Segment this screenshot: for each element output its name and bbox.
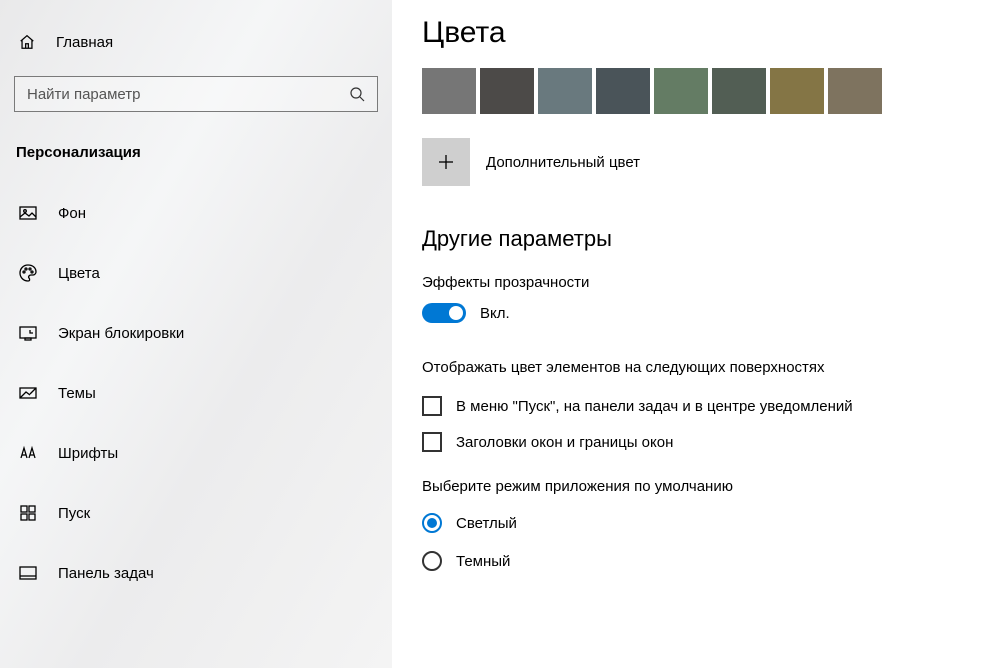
transparency-label: Эффекты прозрачности xyxy=(422,274,972,291)
custom-color-row: Дополнительный цвет xyxy=(422,138,972,186)
transparency-toggle-row: Вкл. xyxy=(422,303,972,323)
radio-dark[interactable]: Темный xyxy=(422,551,972,571)
sidebar-item-background[interactable]: Фон xyxy=(14,189,380,237)
app-mode-label: Выберите режим приложения по умолчанию xyxy=(422,478,972,495)
color-swatch[interactable] xyxy=(596,68,650,114)
sidebar-item-label: Цвета xyxy=(58,265,100,282)
checkbox-start-taskbar[interactable]: В меню "Пуск", на панели задач и в центр… xyxy=(422,396,972,416)
sidebar-item-label: Шрифты xyxy=(58,445,118,462)
color-swatch[interactable] xyxy=(538,68,592,114)
sidebar-item-taskbar[interactable]: Панель задач xyxy=(14,549,380,597)
section-other-params: Другие параметры xyxy=(422,226,972,252)
color-swatch[interactable] xyxy=(422,68,476,114)
color-swatch[interactable] xyxy=(828,68,882,114)
checkbox-icon xyxy=(422,432,442,452)
sidebar-category: Персонализация xyxy=(14,144,380,161)
color-swatch[interactable] xyxy=(770,68,824,114)
accent-surfaces-label: Отображать цвет элементов на следующих п… xyxy=(422,359,972,376)
lockscreen-icon xyxy=(18,323,38,343)
sidebar-item-label: Панель задач xyxy=(58,565,154,582)
sidebar-item-start[interactable]: Пуск xyxy=(14,489,380,537)
search-icon xyxy=(349,86,365,102)
radio-label: Темный xyxy=(456,553,510,570)
transparency-toggle[interactable] xyxy=(422,303,466,323)
themes-icon xyxy=(18,383,38,403)
start-icon xyxy=(18,503,38,523)
color-swatch-row xyxy=(422,68,972,114)
sidebar-item-themes[interactable]: Темы xyxy=(14,369,380,417)
radio-light[interactable]: Светлый xyxy=(422,513,972,533)
radio-label: Светлый xyxy=(456,515,517,532)
sidebar: Главная Персонализация Фон Ц xyxy=(0,0,392,668)
checkbox-label: Заголовки окон и границы окон xyxy=(456,434,673,451)
sidebar-item-lockscreen[interactable]: Экран блокировки xyxy=(14,309,380,357)
color-swatch[interactable] xyxy=(480,68,534,114)
sidebar-item-label: Экран блокировки xyxy=(58,325,184,342)
checkbox-label: В меню "Пуск", на панели задач и в центр… xyxy=(456,398,853,415)
fonts-icon xyxy=(18,443,38,463)
sidebar-home[interactable]: Главная xyxy=(14,20,380,64)
palette-icon xyxy=(18,263,38,283)
custom-color-button[interactable] xyxy=(422,138,470,186)
search-input-container[interactable] xyxy=(14,76,378,112)
sidebar-item-fonts[interactable]: Шрифты xyxy=(14,429,380,477)
page-title: Цвета xyxy=(422,16,972,50)
toggle-knob xyxy=(449,306,463,320)
main-content: Цвета Дополнительный цвет Другие парамет… xyxy=(392,0,1002,668)
checkbox-titlebars[interactable]: Заголовки окон и границы окон xyxy=(422,432,972,452)
sidebar-item-label: Пуск xyxy=(58,505,90,522)
custom-color-label: Дополнительный цвет xyxy=(486,154,640,171)
sidebar-item-label: Фон xyxy=(58,205,86,222)
color-swatch[interactable] xyxy=(654,68,708,114)
picture-icon xyxy=(18,203,38,223)
search-input[interactable] xyxy=(27,86,349,103)
radio-icon xyxy=(422,513,442,533)
radio-icon xyxy=(422,551,442,571)
sidebar-item-label: Темы xyxy=(58,385,96,402)
home-icon xyxy=(18,33,36,51)
toggle-state-label: Вкл. xyxy=(480,305,510,322)
color-swatch[interactable] xyxy=(712,68,766,114)
sidebar-item-colors[interactable]: Цвета xyxy=(14,249,380,297)
taskbar-icon xyxy=(18,563,38,583)
sidebar-home-label: Главная xyxy=(56,34,113,51)
plus-icon xyxy=(436,152,456,172)
app-mode-group: Выберите режим приложения по умолчанию С… xyxy=(422,478,972,571)
checkbox-icon xyxy=(422,396,442,416)
